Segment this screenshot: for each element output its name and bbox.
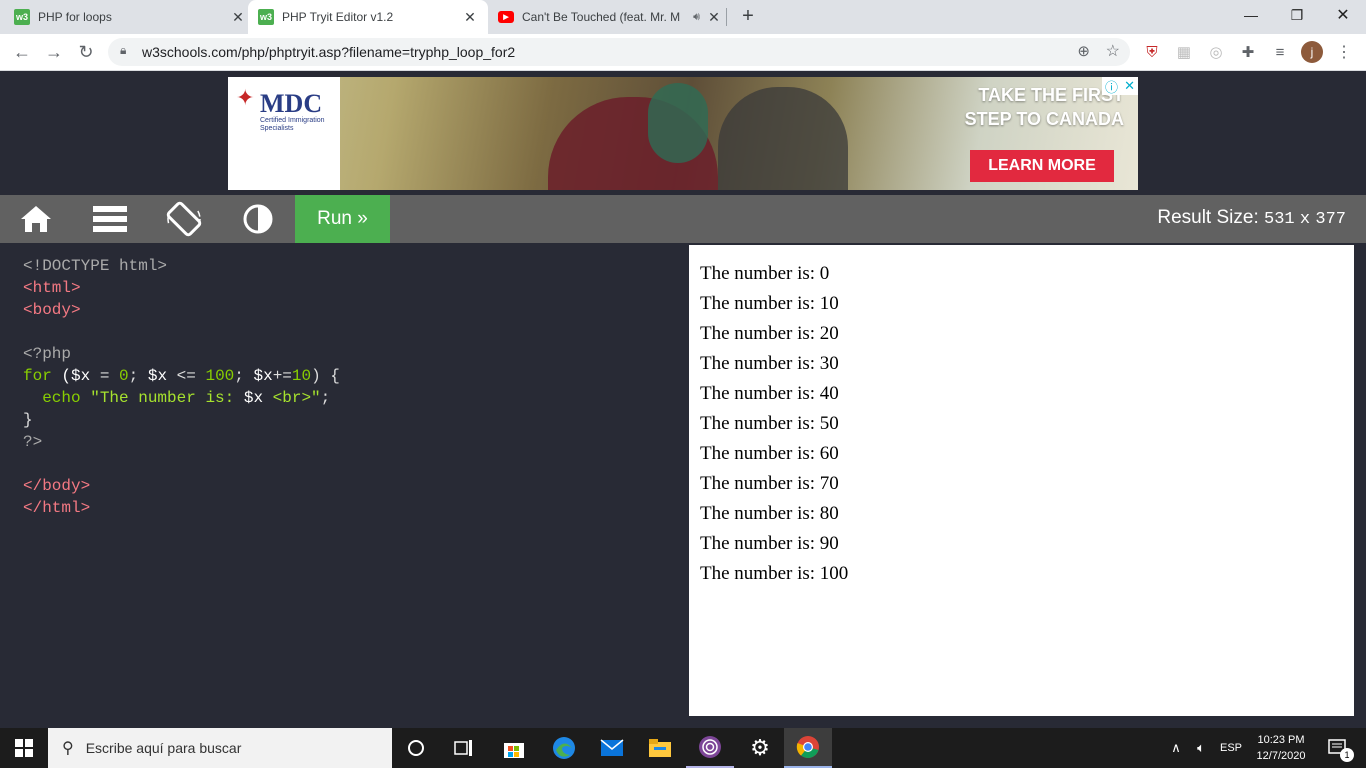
- language-indicator[interactable]: ESP: [1216, 728, 1246, 768]
- address-bar[interactable]: 🔒︎ w3schools.com/php/phptryit.asp?filena…: [108, 38, 1130, 66]
- result-line: The number is: 10: [700, 293, 839, 314]
- result-line: The number is: 50: [700, 413, 839, 434]
- w3schools-favicon-icon: w3: [258, 9, 274, 25]
- show-hidden-icons-chevron-icon[interactable]: ∧: [1166, 728, 1186, 768]
- result-line: The number is: 100: [700, 563, 849, 584]
- result-line: The number is: 40: [700, 383, 839, 404]
- extension-grid-icon[interactable]: ▦: [1172, 40, 1196, 64]
- tab-divider: [726, 8, 727, 26]
- cortana-icon[interactable]: [392, 728, 440, 768]
- clock[interactable]: 10:23 PM 12/7/2020: [1250, 728, 1312, 768]
- notification-badge: 1: [1340, 748, 1354, 762]
- minimize-button[interactable]: —: [1228, 0, 1274, 30]
- result-x: x: [1299, 210, 1311, 229]
- task-view-icon[interactable]: [440, 728, 488, 768]
- lock-icon[interactable]: 🔒︎: [120, 43, 126, 58]
- restore-button[interactable]: ❐: [1274, 0, 1320, 30]
- extension-circle-icon[interactable]: ◎: [1204, 40, 1228, 64]
- tor-browser-icon[interactable]: [686, 728, 734, 768]
- tab-title: PHP for loops: [38, 10, 112, 24]
- result-size-label: Result Size:: [1157, 207, 1259, 228]
- result-line: The number is: 90: [700, 533, 839, 554]
- result-line: The number is: 0: [700, 263, 830, 284]
- windows-taskbar: ⚲ Escribe aquí para buscar ⚙ ∧ 🔈︎ ESP 10…: [0, 728, 1366, 768]
- editor-toolbar: Run » Result Size: 531 x 377: [0, 195, 1366, 243]
- volume-icon[interactable]: 🔈︎: [1190, 728, 1212, 768]
- result-line: The number is: 60: [700, 443, 839, 464]
- clock-date: 12/7/2020: [1256, 750, 1306, 762]
- menu-hamburger-icon[interactable]: [88, 199, 132, 239]
- extensions-puzzle-icon[interactable]: ✚: [1236, 40, 1260, 64]
- search-icon: ⚲: [62, 740, 74, 757]
- browser-tab-strip: w3 PHP for loops ✕ w3 PHP Tryit Editor v…: [0, 0, 1366, 34]
- menu-kebab-icon[interactable]: ⋮: [1332, 40, 1356, 64]
- result-line: The number is: 30: [700, 353, 839, 374]
- tab-youtube[interactable]: ▶ Can't Be Touched (feat. Mr. M 🔊︎ ✕: [496, 0, 722, 34]
- ad-brand: MDC: [260, 89, 323, 118]
- rotate-layout-icon[interactable]: [162, 199, 206, 239]
- forward-button[interactable]: →: [40, 38, 68, 66]
- result-line: The number is: 70: [700, 473, 839, 494]
- settings-gear-icon[interactable]: ⚙: [736, 728, 784, 768]
- ad-photo-figure: [718, 87, 848, 190]
- new-tab-button[interactable]: +: [736, 4, 760, 28]
- ad-photo-child: [648, 83, 708, 163]
- theme-contrast-icon[interactable]: [236, 199, 280, 239]
- result-width: 531: [1264, 210, 1295, 229]
- profile-avatar[interactable]: j: [1300, 40, 1324, 64]
- taskbar-search-box[interactable]: ⚲ Escribe aquí para buscar: [48, 728, 392, 768]
- result-frame: The number is: 0 The number is: 10 The n…: [689, 245, 1354, 716]
- file-explorer-icon[interactable]: [636, 728, 684, 768]
- ad-banner[interactable]: ✦ MDC Certified Immigration Specialists …: [228, 77, 1138, 190]
- edge-browser-icon[interactable]: [540, 728, 588, 768]
- ad-learn-more-button[interactable]: LEARN MORE: [970, 150, 1114, 182]
- ad-close-icon[interactable]: ✕: [1124, 78, 1135, 94]
- tab-php-tryit-editor[interactable]: w3 PHP Tryit Editor v1.2 ✕: [248, 0, 488, 34]
- chrome-icon[interactable]: [784, 728, 832, 768]
- extension-shield-icon[interactable]: ⛨: [1140, 40, 1164, 64]
- tab-title: PHP Tryit Editor v1.2: [282, 10, 394, 24]
- close-tab-icon[interactable]: ✕: [230, 9, 246, 25]
- start-button[interactable]: [0, 728, 48, 768]
- code-editor[interactable]: <!DOCTYPE html> <html> <body> <?php for …: [13, 245, 677, 716]
- home-icon[interactable]: [14, 199, 58, 239]
- back-button[interactable]: ←: [8, 38, 36, 66]
- url-text[interactable]: w3schools.com/php/phptryit.asp?filename=…: [142, 44, 515, 60]
- result-height: 377: [1315, 210, 1346, 229]
- clock-time: 10:23 PM: [1257, 734, 1305, 746]
- reload-button[interactable]: ↻: [72, 38, 100, 66]
- zoom-icon[interactable]: ⊕: [1077, 42, 1090, 60]
- tab-php-for-loops[interactable]: w3 PHP for loops ✕: [14, 0, 246, 34]
- youtube-favicon-icon: ▶: [498, 11, 514, 23]
- bookmark-star-icon[interactable]: ☆: [1106, 41, 1120, 61]
- ad-banner-area: ✦ MDC Certified Immigration Specialists …: [0, 71, 1366, 195]
- tab-title: Can't Be Touched (feat. Mr. M: [522, 10, 681, 24]
- windows-logo-icon: [15, 739, 33, 757]
- search-placeholder: Escribe aquí para buscar: [85, 740, 242, 756]
- result-line: The number is: 20: [700, 323, 839, 344]
- media-control-icon[interactable]: ≡: [1268, 40, 1292, 64]
- action-center-icon[interactable]: 1: [1318, 728, 1358, 768]
- browser-toolbar: ← → ↻ 🔒︎ w3schools.com/php/phptryit.asp?…: [0, 34, 1366, 71]
- mail-icon[interactable]: [588, 728, 636, 768]
- ad-choices[interactable]: ⓘ ✕: [1102, 77, 1138, 95]
- ad-logo-panel: ✦ MDC Certified Immigration Specialists: [228, 77, 340, 190]
- result-size: Result Size: 531 x 377: [1157, 207, 1346, 229]
- w3schools-favicon-icon: w3: [14, 9, 30, 25]
- ad-info-icon[interactable]: ⓘ: [1105, 77, 1118, 96]
- microsoft-store-icon[interactable]: [490, 728, 538, 768]
- close-tab-icon[interactable]: ✕: [706, 9, 722, 25]
- close-window-button[interactable]: ✕: [1320, 0, 1366, 30]
- audio-playing-icon[interactable]: 🔊︎: [693, 11, 700, 24]
- result-line: The number is: 80: [700, 503, 839, 524]
- ad-brand-sub: Certified Immigration Specialists: [260, 117, 325, 132]
- run-button[interactable]: Run »: [295, 195, 390, 243]
- avatar: j: [1301, 41, 1323, 63]
- maple-leaf-icon: ✦: [236, 85, 255, 110]
- close-tab-icon[interactable]: ✕: [462, 9, 478, 25]
- ad-headline: TAKE THE FIRST STEP TO CANADA: [964, 85, 1124, 129]
